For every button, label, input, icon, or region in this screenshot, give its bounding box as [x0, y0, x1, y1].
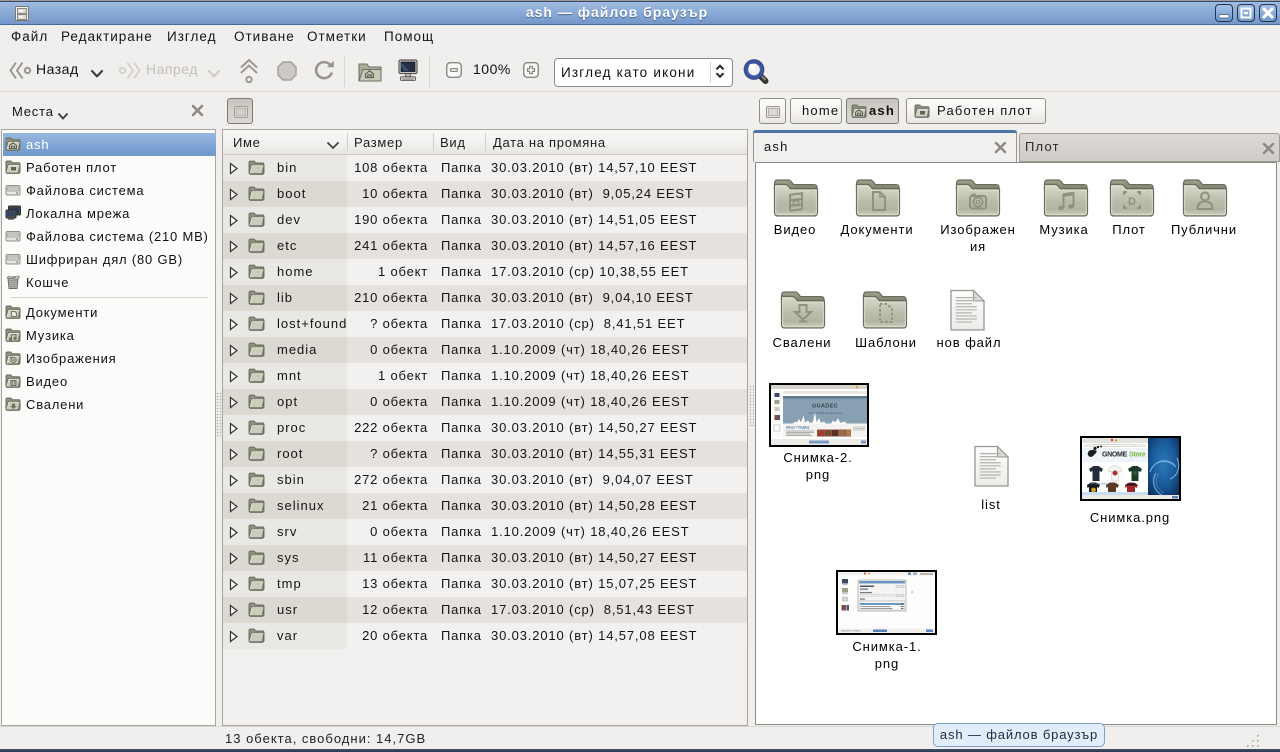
svg-text:Store: Store — [1129, 452, 1146, 459]
svg-text:GNOME: GNOME — [1102, 452, 1128, 459]
svg-text:D: D — [1128, 196, 1136, 208]
svg-text:тхе GNOME конференце: тхе GNOME конференце — [808, 411, 843, 415]
svg-text:документи папка: документи папка — [841, 630, 861, 633]
svg-text:Абоут ГУАДЕЦ: Абоут ГУАДЕЦ — [786, 426, 810, 430]
svg-text:GUADEC: GUADEC — [812, 404, 838, 410]
svg-text:днзnetworkshirt: днзnetworkshirt — [1090, 482, 1108, 486]
